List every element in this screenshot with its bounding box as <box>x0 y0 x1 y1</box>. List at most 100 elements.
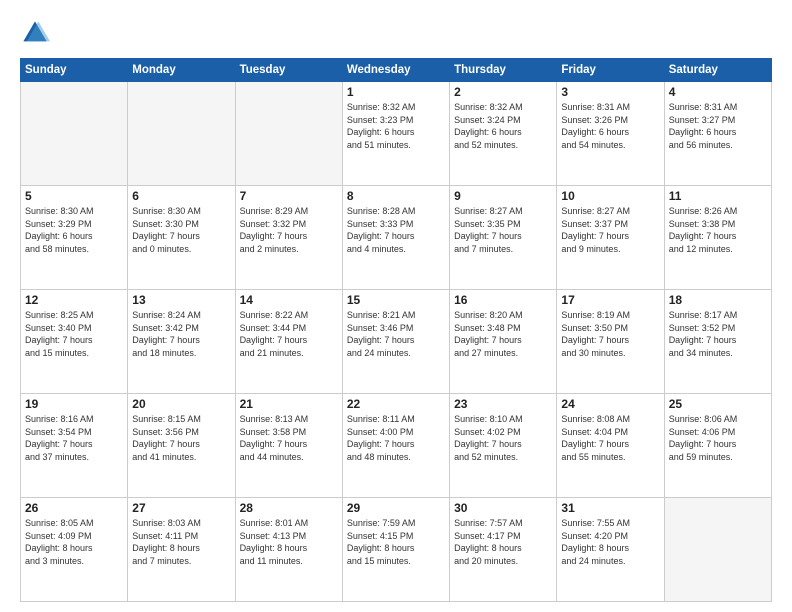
day-info: Sunrise: 8:32 AM Sunset: 3:24 PM Dayligh… <box>454 101 552 151</box>
day-info: Sunrise: 8:08 AM Sunset: 4:04 PM Dayligh… <box>561 413 659 463</box>
calendar-cell: 16 Sunrise: 8:20 AM Sunset: 3:48 PM Dayli… <box>450 290 557 394</box>
day-number: 6 <box>132 189 230 203</box>
day-info: Sunrise: 8:15 AM Sunset: 3:56 PM Dayligh… <box>132 413 230 463</box>
day-number: 20 <box>132 397 230 411</box>
day-info: Sunrise: 7:59 AM Sunset: 4:15 PM Dayligh… <box>347 517 445 567</box>
calendar-cell: 12 Sunrise: 8:25 AM Sunset: 3:40 PM Dayli… <box>21 290 128 394</box>
calendar-cell: 18 Sunrise: 8:17 AM Sunset: 3:52 PM Dayli… <box>664 290 771 394</box>
day-info: Sunrise: 8:13 AM Sunset: 3:58 PM Dayligh… <box>240 413 338 463</box>
day-info: Sunrise: 8:28 AM Sunset: 3:33 PM Dayligh… <box>347 205 445 255</box>
calendar-cell: 1 Sunrise: 8:32 AM Sunset: 3:23 PM Daylig… <box>342 82 449 186</box>
calendar-cell: 23 Sunrise: 8:10 AM Sunset: 4:02 PM Dayli… <box>450 394 557 498</box>
day-info: Sunrise: 8:31 AM Sunset: 3:26 PM Dayligh… <box>561 101 659 151</box>
calendar-body: 1 Sunrise: 8:32 AM Sunset: 3:23 PM Daylig… <box>21 82 772 602</box>
day-number: 31 <box>561 501 659 515</box>
logo <box>20 18 56 48</box>
calendar-cell: 2 Sunrise: 8:32 AM Sunset: 3:24 PM Daylig… <box>450 82 557 186</box>
day-info: Sunrise: 8:27 AM Sunset: 3:37 PM Dayligh… <box>561 205 659 255</box>
calendar-cell: 28 Sunrise: 8:01 AM Sunset: 4:13 PM Dayli… <box>235 498 342 602</box>
day-info: Sunrise: 8:17 AM Sunset: 3:52 PM Dayligh… <box>669 309 767 359</box>
calendar-cell: 13 Sunrise: 8:24 AM Sunset: 3:42 PM Dayli… <box>128 290 235 394</box>
calendar-cell: 30Sunrise: 7:57 AM Sunset: 4:17 PM Dayli… <box>450 498 557 602</box>
calendar-cell <box>128 82 235 186</box>
day-number: 16 <box>454 293 552 307</box>
day-number: 29 <box>347 501 445 515</box>
day-number: 4 <box>669 85 767 99</box>
calendar-cell: 24Sunrise: 8:08 AM Sunset: 4:04 PM Dayli… <box>557 394 664 498</box>
calendar-header-sunday: Sunday <box>21 59 128 82</box>
calendar-header-friday: Friday <box>557 59 664 82</box>
calendar-header-tuesday: Tuesday <box>235 59 342 82</box>
day-info: Sunrise: 8:26 AM Sunset: 3:38 PM Dayligh… <box>669 205 767 255</box>
calendar-cell: 3 Sunrise: 8:31 AM Sunset: 3:26 PM Daylig… <box>557 82 664 186</box>
day-number: 9 <box>454 189 552 203</box>
calendar-cell: 6 Sunrise: 8:30 AM Sunset: 3:30 PM Daylig… <box>128 186 235 290</box>
calendar-cell: 22Sunrise: 8:11 AM Sunset: 4:00 PM Dayli… <box>342 394 449 498</box>
day-number: 10 <box>561 189 659 203</box>
calendar-cell <box>235 82 342 186</box>
day-number: 17 <box>561 293 659 307</box>
day-number: 12 <box>25 293 123 307</box>
day-number: 21 <box>240 397 338 411</box>
calendar-cell: 14 Sunrise: 8:22 AM Sunset: 3:44 PM Dayli… <box>235 290 342 394</box>
calendar-cell: 10 Sunrise: 8:27 AM Sunset: 3:37 PM Dayli… <box>557 186 664 290</box>
calendar-cell: 26 Sunrise: 8:05 AM Sunset: 4:09 PM Dayli… <box>21 498 128 602</box>
day-info: Sunrise: 7:55 AM Sunset: 4:20 PM Dayligh… <box>561 517 659 567</box>
day-info: Sunrise: 8:21 AM Sunset: 3:46 PM Dayligh… <box>347 309 445 359</box>
day-info: Sunrise: 8:30 AM Sunset: 3:29 PM Dayligh… <box>25 205 123 255</box>
calendar-cell: 8 Sunrise: 8:28 AM Sunset: 3:33 PM Daylig… <box>342 186 449 290</box>
day-info: Sunrise: 8:22 AM Sunset: 3:44 PM Dayligh… <box>240 309 338 359</box>
day-info: Sunrise: 8:10 AM Sunset: 4:02 PM Dayligh… <box>454 413 552 463</box>
day-info: Sunrise: 8:11 AM Sunset: 4:00 PM Dayligh… <box>347 413 445 463</box>
day-number: 8 <box>347 189 445 203</box>
calendar-cell: 5 Sunrise: 8:30 AM Sunset: 3:29 PM Daylig… <box>21 186 128 290</box>
calendar-cell: 15 Sunrise: 8:21 AM Sunset: 3:46 PM Dayli… <box>342 290 449 394</box>
calendar-header-thursday: Thursday <box>450 59 557 82</box>
day-info: Sunrise: 8:16 AM Sunset: 3:54 PM Dayligh… <box>25 413 123 463</box>
calendar-header-wednesday: Wednesday <box>342 59 449 82</box>
calendar-cell: 31 Sunrise: 7:55 AM Sunset: 4:20 PM Dayli… <box>557 498 664 602</box>
day-number: 1 <box>347 85 445 99</box>
day-info: Sunrise: 8:03 AM Sunset: 4:11 PM Dayligh… <box>132 517 230 567</box>
day-number: 15 <box>347 293 445 307</box>
day-number: 25 <box>669 397 767 411</box>
calendar-cell: 25 Sunrise: 8:06 AM Sunset: 4:06 PM Dayli… <box>664 394 771 498</box>
day-number: 26 <box>25 501 123 515</box>
day-number: 23 <box>454 397 552 411</box>
day-number: 2 <box>454 85 552 99</box>
calendar-cell: 20 Sunrise: 8:15 AM Sunset: 3:56 PM Dayli… <box>128 394 235 498</box>
day-number: 28 <box>240 501 338 515</box>
day-number: 18 <box>669 293 767 307</box>
day-number: 11 <box>669 189 767 203</box>
calendar-cell <box>664 498 771 602</box>
calendar-cell <box>21 82 128 186</box>
day-number: 19 <box>25 397 123 411</box>
day-info: Sunrise: 8:05 AM Sunset: 4:09 PM Dayligh… <box>25 517 123 567</box>
day-number: 5 <box>25 189 123 203</box>
day-info: Sunrise: 8:30 AM Sunset: 3:30 PM Dayligh… <box>132 205 230 255</box>
calendar-header-monday: Monday <box>128 59 235 82</box>
day-info: Sunrise: 8:24 AM Sunset: 3:42 PM Dayligh… <box>132 309 230 359</box>
day-number: 13 <box>132 293 230 307</box>
day-info: Sunrise: 8:06 AM Sunset: 4:06 PM Dayligh… <box>669 413 767 463</box>
day-info: Sunrise: 8:29 AM Sunset: 3:32 PM Dayligh… <box>240 205 338 255</box>
day-info: Sunrise: 8:32 AM Sunset: 3:23 PM Dayligh… <box>347 101 445 151</box>
calendar-cell: 9 Sunrise: 8:27 AM Sunset: 3:35 PM Daylig… <box>450 186 557 290</box>
day-number: 14 <box>240 293 338 307</box>
day-number: 7 <box>240 189 338 203</box>
calendar-week-2: 5 Sunrise: 8:30 AM Sunset: 3:29 PM Daylig… <box>21 186 772 290</box>
day-number: 3 <box>561 85 659 99</box>
calendar-cell: 7 Sunrise: 8:29 AM Sunset: 3:32 PM Daylig… <box>235 186 342 290</box>
calendar-cell: 17Sunrise: 8:19 AM Sunset: 3:50 PM Dayli… <box>557 290 664 394</box>
calendar-week-3: 12 Sunrise: 8:25 AM Sunset: 3:40 PM Dayli… <box>21 290 772 394</box>
day-info: Sunrise: 8:20 AM Sunset: 3:48 PM Dayligh… <box>454 309 552 359</box>
calendar-table: SundayMondayTuesdayWednesdayThursdayFrid… <box>20 58 772 602</box>
calendar-cell: 27Sunrise: 8:03 AM Sunset: 4:11 PM Dayli… <box>128 498 235 602</box>
day-info: Sunrise: 8:01 AM Sunset: 4:13 PM Dayligh… <box>240 517 338 567</box>
calendar-cell: 29 Sunrise: 7:59 AM Sunset: 4:15 PM Dayli… <box>342 498 449 602</box>
calendar-week-5: 26 Sunrise: 8:05 AM Sunset: 4:09 PM Dayli… <box>21 498 772 602</box>
calendar-cell: 21 Sunrise: 8:13 AM Sunset: 3:58 PM Dayli… <box>235 394 342 498</box>
day-info: Sunrise: 8:25 AM Sunset: 3:40 PM Dayligh… <box>25 309 123 359</box>
day-number: 30 <box>454 501 552 515</box>
day-info: Sunrise: 8:27 AM Sunset: 3:35 PM Dayligh… <box>454 205 552 255</box>
